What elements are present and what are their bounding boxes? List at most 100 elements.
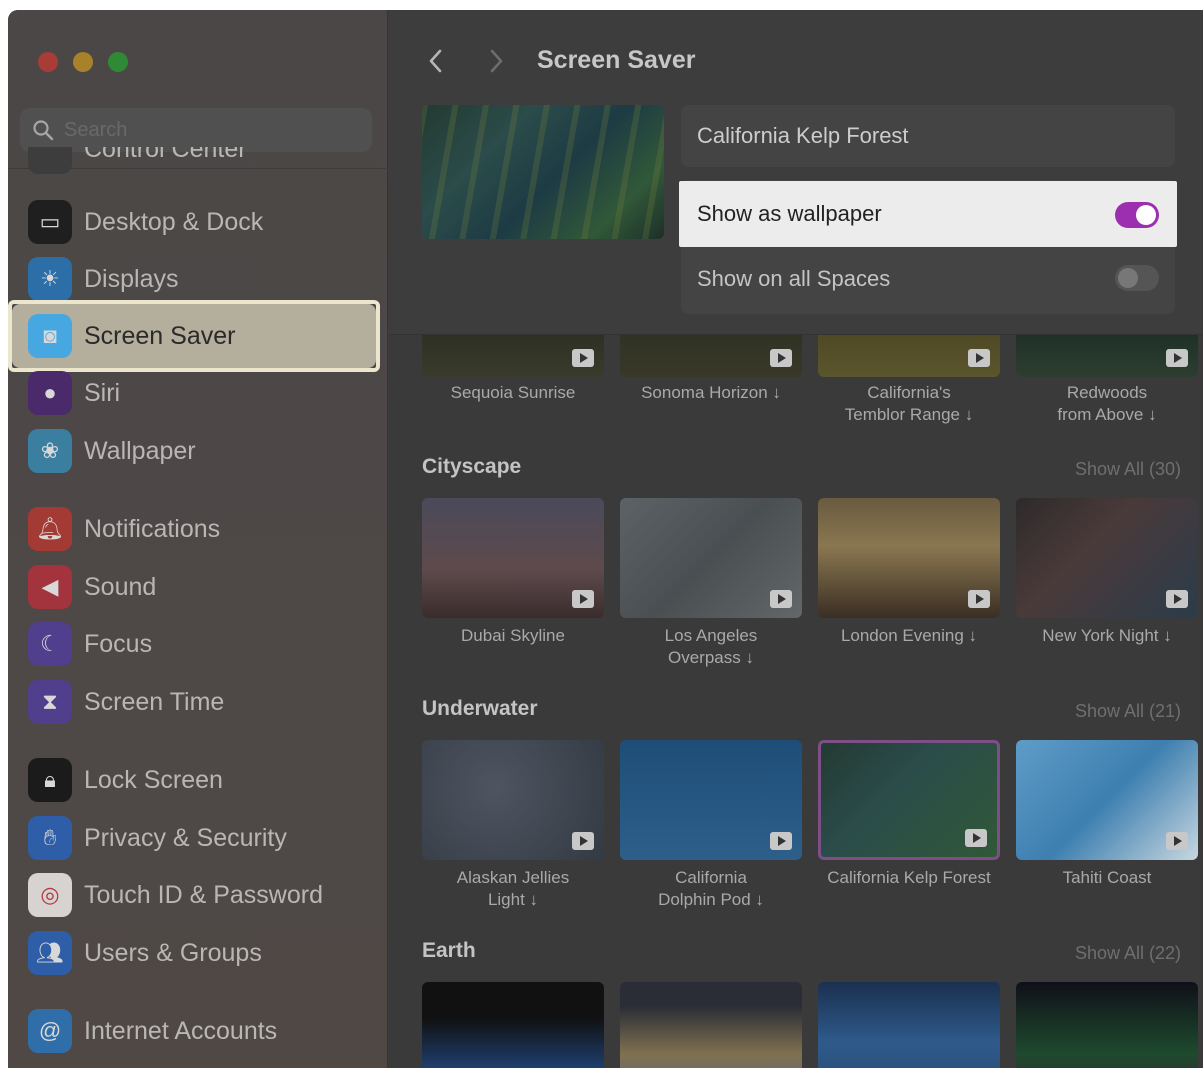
show-all-link[interactable]: Show All (22) xyxy=(1075,943,1181,964)
section-title: Earth xyxy=(422,939,476,962)
sidebar-item-displays[interactable]: ☀ Displays xyxy=(28,254,373,304)
sidebar-item-wallpaper[interactable]: ❀ Wallpaper xyxy=(28,426,373,476)
bell-icon: 🔔︎ xyxy=(28,507,72,551)
play-icon xyxy=(770,590,792,608)
thumbnail-caption: New York Night ↓ xyxy=(1042,626,1172,645)
sidebar-item-screen-time[interactable]: ⧗ Screen Time xyxy=(28,677,373,727)
sidebar-item-users-groups[interactable]: 👥︎ Users & Groups xyxy=(28,928,373,978)
sidebar-item-label: Focus xyxy=(84,629,153,658)
thumbnail[interactable] xyxy=(620,740,802,860)
thumbnail[interactable] xyxy=(422,740,604,860)
sidebar-item-screen-saver[interactable]: ◙ Screen Saver xyxy=(8,300,380,372)
fingerprint-icon: ◎ xyxy=(28,873,72,917)
thumbnail[interactable] xyxy=(818,982,1000,1068)
section-title: Cityscape xyxy=(422,455,522,478)
lock-icon: 🔒︎ xyxy=(28,758,72,802)
play-icon xyxy=(1166,590,1188,608)
play-icon xyxy=(1166,349,1188,367)
thumbnail-caption: Tahiti Coast xyxy=(1062,868,1152,887)
thumbnail[interactable] xyxy=(1016,335,1198,377)
sidebar-item-label: Control Center xyxy=(84,147,247,163)
sidebar-item-focus[interactable]: ☾ Focus xyxy=(28,619,373,669)
show-as-wallpaper-toggle[interactable] xyxy=(1115,202,1159,228)
show-as-wallpaper-row: Show as wallpaper xyxy=(679,181,1177,247)
play-icon xyxy=(968,590,990,608)
thumbnail[interactable] xyxy=(818,740,1000,860)
flower-icon: ❀ xyxy=(28,429,72,473)
sidebar-item-sound[interactable]: ◀ Sound xyxy=(28,562,373,612)
users-icon: 👥︎ xyxy=(28,931,72,975)
sidebar-item-label: Desktop & Dock xyxy=(84,207,264,236)
thumbnail[interactable] xyxy=(818,498,1000,618)
thumbnail[interactable] xyxy=(422,982,604,1068)
play-icon xyxy=(1166,832,1188,850)
thumbnail-caption: California Kelp Forest xyxy=(827,868,991,887)
play-icon xyxy=(965,829,987,847)
sidebar-list: Control Center ▭ Desktop & Dock ☀ Displays ◙… xyxy=(8,10,388,1068)
main-panel: Sequoia Sunrise Sonoma Horizon ↓ Californi… xyxy=(389,10,1203,1068)
chevron-left-icon[interactable] xyxy=(425,46,447,76)
thumbnail[interactable] xyxy=(620,335,802,377)
sidebar-item-privacy-security[interactable]: ✋︎ Privacy & Security xyxy=(28,813,373,863)
hourglass-icon: ⧗ xyxy=(28,680,72,724)
thumbnail-caption: California's Temblor Range ↓ xyxy=(844,383,974,424)
show-all-link[interactable]: Show All (30) xyxy=(1075,459,1181,480)
screensaver-preview xyxy=(422,105,664,239)
system-settings-window: Control Center ▭ Desktop & Dock ☀ Displays ◙… xyxy=(8,10,1203,1068)
section-title: Underwater xyxy=(422,697,538,720)
sidebar-item-label: Siri xyxy=(84,378,121,407)
header-panel: Screen Saver California Kelp Forest Show… xyxy=(389,10,1203,335)
dock-icon: ▭ xyxy=(28,200,72,244)
sidebar-item-internet-accounts[interactable]: @ Internet Accounts xyxy=(28,1006,373,1056)
hand-icon: ✋︎ xyxy=(28,816,72,860)
thumbnail-caption: California Dolphin Pod ↓ xyxy=(658,868,764,909)
sidebar-item-lock-screen[interactable]: 🔒︎ Lock Screen xyxy=(28,755,373,805)
speaker-icon: ◀ xyxy=(28,565,72,609)
play-icon xyxy=(572,349,594,367)
sun-icon: ☀ xyxy=(28,257,72,301)
show-as-wallpaper-label: Show as wallpaper xyxy=(697,201,882,226)
play-icon xyxy=(770,832,792,850)
sidebar-item-desktop-dock[interactable]: ▭ Desktop & Dock xyxy=(28,197,373,247)
sidebar-item-label: Screen Saver xyxy=(84,321,236,350)
thumbnail[interactable] xyxy=(1016,498,1198,618)
sidebar-item-label: Displays xyxy=(84,264,179,293)
thumbnail-caption: Los Angeles Overpass ↓ xyxy=(664,626,758,667)
sidebar-item-siri[interactable]: ● Siri xyxy=(28,368,373,418)
chevron-right-icon[interactable] xyxy=(485,46,507,76)
sidebar-item-control-center[interactable]: Control Center xyxy=(28,147,373,179)
sidebar-item-notifications[interactable]: 🔔︎ Notifications xyxy=(28,504,373,554)
sidebar-item-label: Sound xyxy=(84,572,157,601)
thumbnail-caption: Sequoia Sunrise xyxy=(450,383,576,402)
control-center-icon xyxy=(28,147,72,174)
thumbnail[interactable] xyxy=(620,498,802,618)
thumbnail-caption: Alaskan Jellies Light ↓ xyxy=(456,868,570,909)
sidebar-item-touch-id-password[interactable]: ◎ Touch ID & Password xyxy=(28,870,373,920)
at-icon: @ xyxy=(28,1009,72,1053)
sidebar-item-label: Internet Accounts xyxy=(84,1016,278,1045)
sidebar: Control Center ▭ Desktop & Dock ☀ Displays ◙… xyxy=(8,10,388,1068)
thumbnail[interactable] xyxy=(422,335,604,377)
sidebar-item-label: Wallpaper xyxy=(84,436,196,465)
sidebar-item-label: Screen Time xyxy=(84,687,225,716)
thumbnail[interactable] xyxy=(1016,740,1198,860)
moon-icon: ☾ xyxy=(28,622,72,666)
show-all-link[interactable]: Show All (21) xyxy=(1075,701,1181,722)
show-on-all-spaces-row: Show on all Spaces xyxy=(679,248,1177,310)
thumbnail-caption: London Evening ↓ xyxy=(840,626,978,645)
play-icon xyxy=(572,832,594,850)
screensaver-icon: ◙ xyxy=(28,314,72,358)
show-on-all-spaces-label: Show on all Spaces xyxy=(697,266,891,291)
thumbnail[interactable] xyxy=(818,335,1000,377)
thumbnail[interactable] xyxy=(620,982,802,1068)
thumbnail-caption: Sonoma Horizon ↓ xyxy=(641,383,781,402)
thumbnail[interactable] xyxy=(422,498,604,618)
screensaver-name: California Kelp Forest xyxy=(681,105,1175,167)
play-icon xyxy=(770,349,792,367)
sidebar-item-label: Touch ID & Password xyxy=(84,880,323,909)
thumbnail-caption: Dubai Skyline xyxy=(461,626,565,645)
show-on-all-spaces-toggle[interactable] xyxy=(1115,265,1159,291)
sidebar-item-label: Notifications xyxy=(84,514,221,543)
thumbnail[interactable] xyxy=(1016,982,1198,1068)
siri-icon: ● xyxy=(28,371,72,415)
